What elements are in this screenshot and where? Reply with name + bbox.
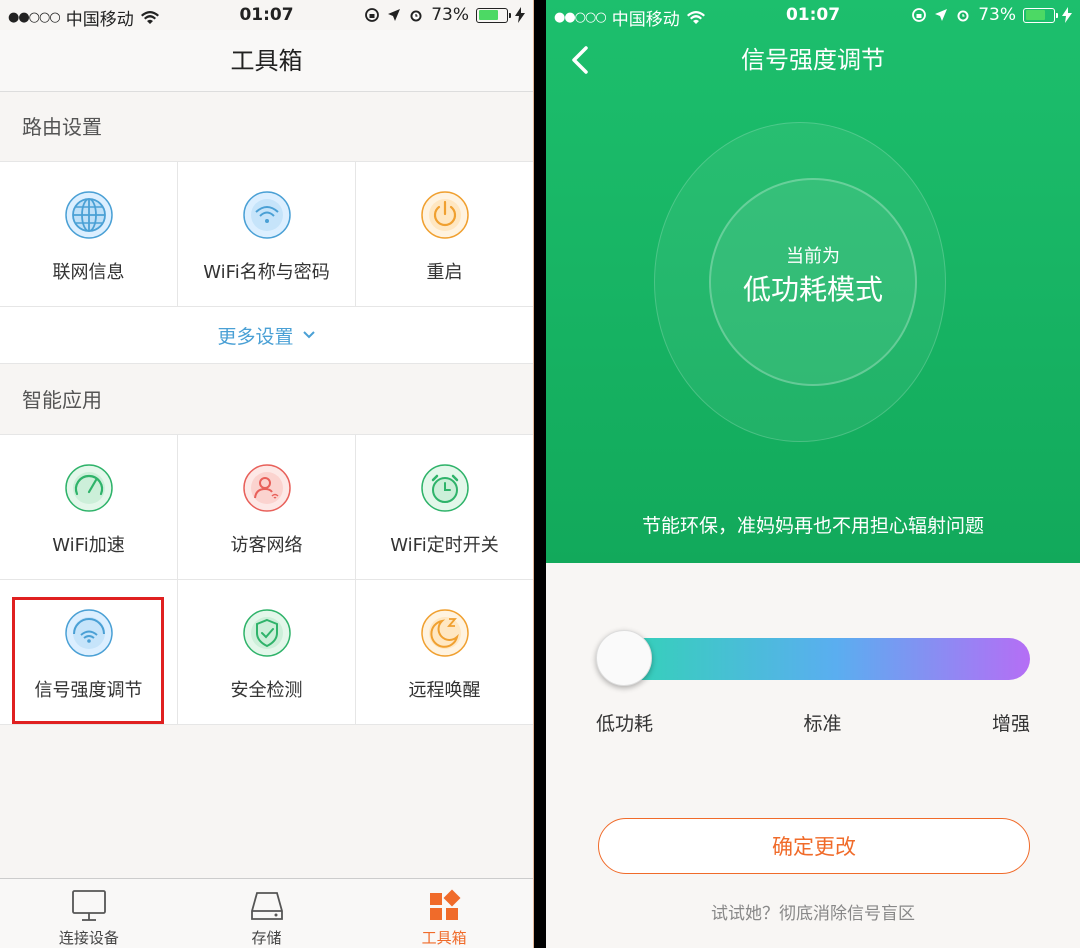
page-title: 工具箱: [0, 30, 533, 92]
tab-label: 存储: [251, 929, 282, 947]
battery-icon: [476, 7, 511, 23]
slider-label-boost: 增强: [991, 713, 1030, 735]
tool-label: 重启: [426, 262, 463, 283]
tool-wifi-name-password[interactable]: WiFi名称与密码: [178, 162, 356, 306]
status-right: 73%: [911, 5, 1072, 25]
slider-label-low: 低功耗: [596, 713, 654, 735]
smart-apps-grid: WiFi加速 访客网络 WiFi定时开关 信号强度调节 安全检测 远程唤醒: [0, 434, 533, 725]
back-arrow-icon[interactable]: [566, 42, 596, 78]
battery-fill: [478, 10, 499, 20]
tool-label: 访客网络: [230, 535, 303, 556]
status-bar: ●●○○○ 中国移动 01:07 73%: [546, 0, 1080, 30]
battery-icon: [1023, 7, 1058, 23]
section-heading-apps: 智能应用: [0, 365, 533, 435]
battery-percent: 73%: [431, 5, 469, 25]
alarm-icon: [957, 10, 969, 22]
charging-bolt-icon: [515, 7, 525, 23]
shield-check-icon: [242, 609, 291, 657]
confirm-change-button[interactable]: 确定更改: [598, 818, 1030, 874]
tab-label: 工具箱: [421, 929, 467, 947]
tab-label: 连接设备: [58, 929, 119, 947]
chevron-down-icon: [302, 331, 315, 339]
rotation-lock-icon: [365, 8, 380, 22]
toolbox-screen: ●●○○○ 中国移动 01:07 73% 工具箱 路由设置 联网信息 WiFi名…: [0, 0, 534, 948]
tool-signal-strength[interactable]: 信号强度调节: [0, 580, 178, 724]
tool-label: WiFi加速: [52, 535, 125, 556]
page-title: 信号强度调节: [741, 46, 885, 74]
hard-drive-icon: [250, 892, 283, 920]
tool-label: WiFi名称与密码: [203, 262, 330, 283]
mode-caption: 当前为: [786, 246, 840, 267]
apps-row-1: WiFi加速 访客网络 WiFi定时开关: [0, 435, 533, 580]
more-settings-button[interactable]: 更多设置: [0, 307, 533, 364]
speedometer-icon: [64, 464, 113, 512]
status-bar: ●●○○○ 中国移动 01:07 73%: [0, 0, 533, 30]
tool-label: 安全检测: [230, 680, 303, 701]
alarm-icon: [410, 10, 422, 22]
battery-percent: 73%: [978, 5, 1016, 25]
mode-description: 节能环保，准妈妈再也不用担心辐射问题: [641, 515, 984, 537]
tool-remote-wake[interactable]: 远程唤醒: [356, 580, 533, 724]
toolbox-icon: [430, 889, 461, 920]
signal-strength-screen: ●●○○○ 中国移动 01:07 73% 信号强度调节 当前为 低功耗模式 节能…: [546, 0, 1080, 948]
location-icon: [935, 9, 948, 21]
slider-labels: 低功耗 标准 增强: [596, 709, 1030, 736]
promo-hint-link[interactable]: 试试她？彻底消除信号盲区: [546, 899, 1080, 924]
tool-reboot[interactable]: 重启: [356, 162, 533, 306]
section-heading-router: 路由设置: [0, 92, 533, 162]
router-settings-grid: 联网信息 WiFi名称与密码 重启 更多设置: [0, 161, 533, 364]
guest-user-icon: [242, 464, 291, 512]
router-row: 联网信息 WiFi名称与密码 重启: [0, 162, 533, 307]
moon-sleep-icon: [420, 609, 469, 657]
tool-wifi-boost[interactable]: WiFi加速: [0, 435, 178, 579]
tool-security-check[interactable]: 安全检测: [178, 580, 356, 724]
highlight-box: [12, 597, 164, 724]
wifi-icon: [242, 191, 291, 239]
alarm-clock-icon: [420, 464, 469, 512]
tab-connected-devices[interactable]: 连接设备: [0, 879, 178, 948]
apps-row-2: 信号强度调节 安全检测 远程唤醒: [0, 580, 533, 725]
tool-label: 远程唤醒: [408, 680, 481, 701]
tool-network-info[interactable]: 联网信息: [0, 162, 178, 306]
current-mode: 低功耗模式: [742, 273, 883, 306]
tab-storage[interactable]: 存储: [178, 879, 356, 948]
status-right: 73%: [364, 5, 525, 25]
tab-toolbox[interactable]: 工具箱: [355, 879, 533, 948]
power-icon: [420, 191, 469, 239]
tool-guest-network[interactable]: 访客网络: [178, 435, 356, 579]
globe-icon: [64, 191, 113, 239]
tool-label: WiFi定时开关: [390, 535, 499, 556]
location-icon: [388, 9, 401, 21]
tab-bar: 连接设备 存储 工具箱: [0, 878, 533, 948]
nav-bar: 信号强度调节: [546, 38, 1080, 82]
monitor-icon: [71, 890, 106, 921]
battery-fill: [1025, 10, 1046, 20]
tool-wifi-timer[interactable]: WiFi定时开关: [356, 435, 533, 579]
more-settings-label: 更多设置: [217, 325, 294, 348]
tool-label: 联网信息: [52, 262, 125, 283]
slider-label-standard: 标准: [803, 713, 842, 735]
power-slider-handle[interactable]: [596, 630, 652, 686]
rotation-lock-icon: [912, 8, 927, 22]
charging-bolt-icon: [1062, 7, 1072, 23]
mode-hero-panel: ●●○○○ 中国移动 01:07 73% 信号强度调节 当前为 低功耗模式 节能…: [546, 0, 1080, 563]
power-slider-track[interactable]: [598, 638, 1030, 680]
